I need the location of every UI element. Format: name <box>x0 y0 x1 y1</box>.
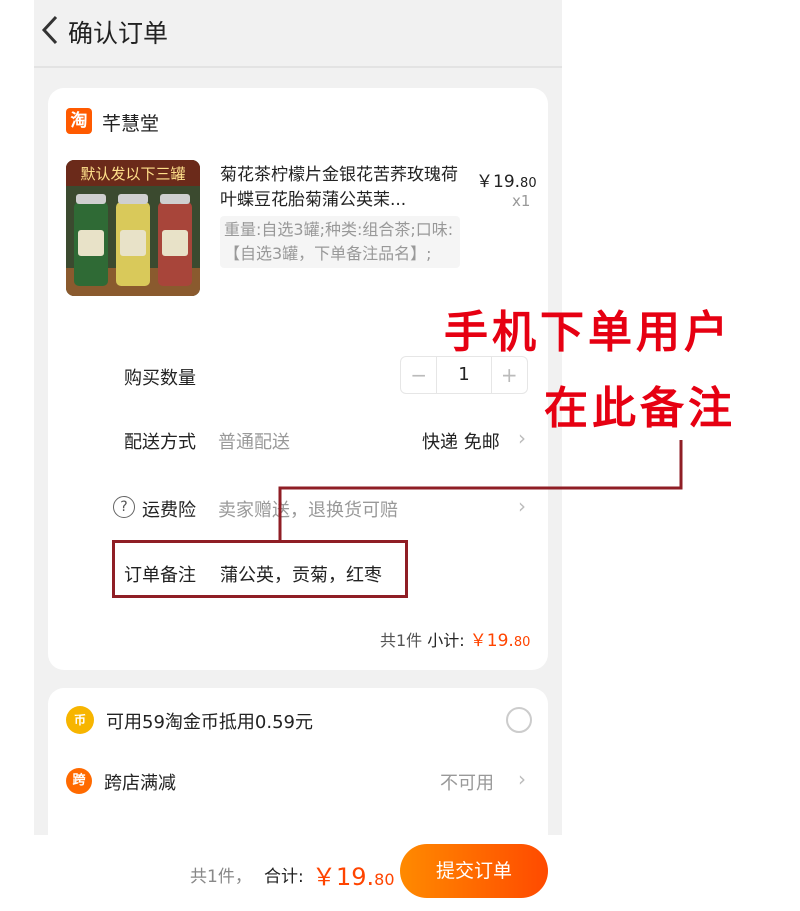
cross-store-value: 不可用 <box>440 773 494 794</box>
insurance-label: 运费险 <box>142 500 196 521</box>
question-icon[interactable]: ? <box>113 496 135 518</box>
cross-store-icon: 跨 <box>66 768 92 794</box>
shop-name[interactable]: 芊慧堂 <box>102 109 159 136</box>
quantity-value[interactable]: 1 <box>436 357 492 393</box>
delivery-label: 配送方式 <box>124 432 196 453</box>
annotation-line1: 手机下单用户 <box>444 307 732 358</box>
note-input[interactable]: 蒲公英，贡菊，红枣 <box>220 561 382 587</box>
quantity-stepper[interactable]: − 1 + <box>400 356 528 394</box>
decrement-button[interactable]: − <box>401 357 436 393</box>
chevron-right-icon[interactable]: › <box>518 426 526 450</box>
cross-store-label: 跨店满减 <box>104 773 176 794</box>
increment-button[interactable]: + <box>492 357 527 393</box>
submit-order-button[interactable]: 提交订单 <box>400 844 548 898</box>
product-price: ￥19.80 <box>476 172 537 192</box>
insurance-desc: 卖家赠送，退换货可赔 <box>218 500 398 521</box>
product-image[interactable]: 默认发以下三罐 <box>66 160 200 296</box>
subtotal: 共1件 小计: ￥19.80 <box>380 631 531 651</box>
product-sku: 重量:自选3罐;种类:组合茶;口味:【自选3罐，下单备注品名】; <box>220 216 460 268</box>
coin-icon: 币 <box>66 706 94 734</box>
delivery-value[interactable]: 快递 免邮 <box>422 428 500 454</box>
total-price: ￥19.80 <box>312 863 395 891</box>
chevron-right-icon[interactable]: › <box>518 767 526 791</box>
annotation-line2: 在此备注 <box>544 383 736 434</box>
total-count: 共1件， <box>190 867 252 887</box>
note-label: 订单备注 <box>124 565 196 586</box>
product-title[interactable]: 菊花茶柠檬片金银花苦荞玫瑰荷叶蝶豆花胎菊蒲公英茉... <box>220 163 460 213</box>
total-label: 合计: <box>264 867 304 887</box>
header-divider <box>34 66 562 68</box>
header: 确认订单 <box>34 0 562 68</box>
taobao-logo-icon: 淘 <box>66 108 92 134</box>
product-image-caption: 默认发以下三罐 <box>80 165 185 183</box>
page-title: 确认订单 <box>68 19 169 48</box>
coin-radio[interactable] <box>506 707 532 733</box>
coin-text: 可用59淘金币抵用0.59元 <box>106 712 313 733</box>
delivery-method: 普通配送 <box>218 432 290 453</box>
back-arrow-icon[interactable] <box>40 14 62 46</box>
quantity-label: 购买数量 <box>124 368 196 389</box>
product-quantity: x1 <box>512 192 531 210</box>
chevron-right-icon[interactable]: › <box>518 494 526 518</box>
